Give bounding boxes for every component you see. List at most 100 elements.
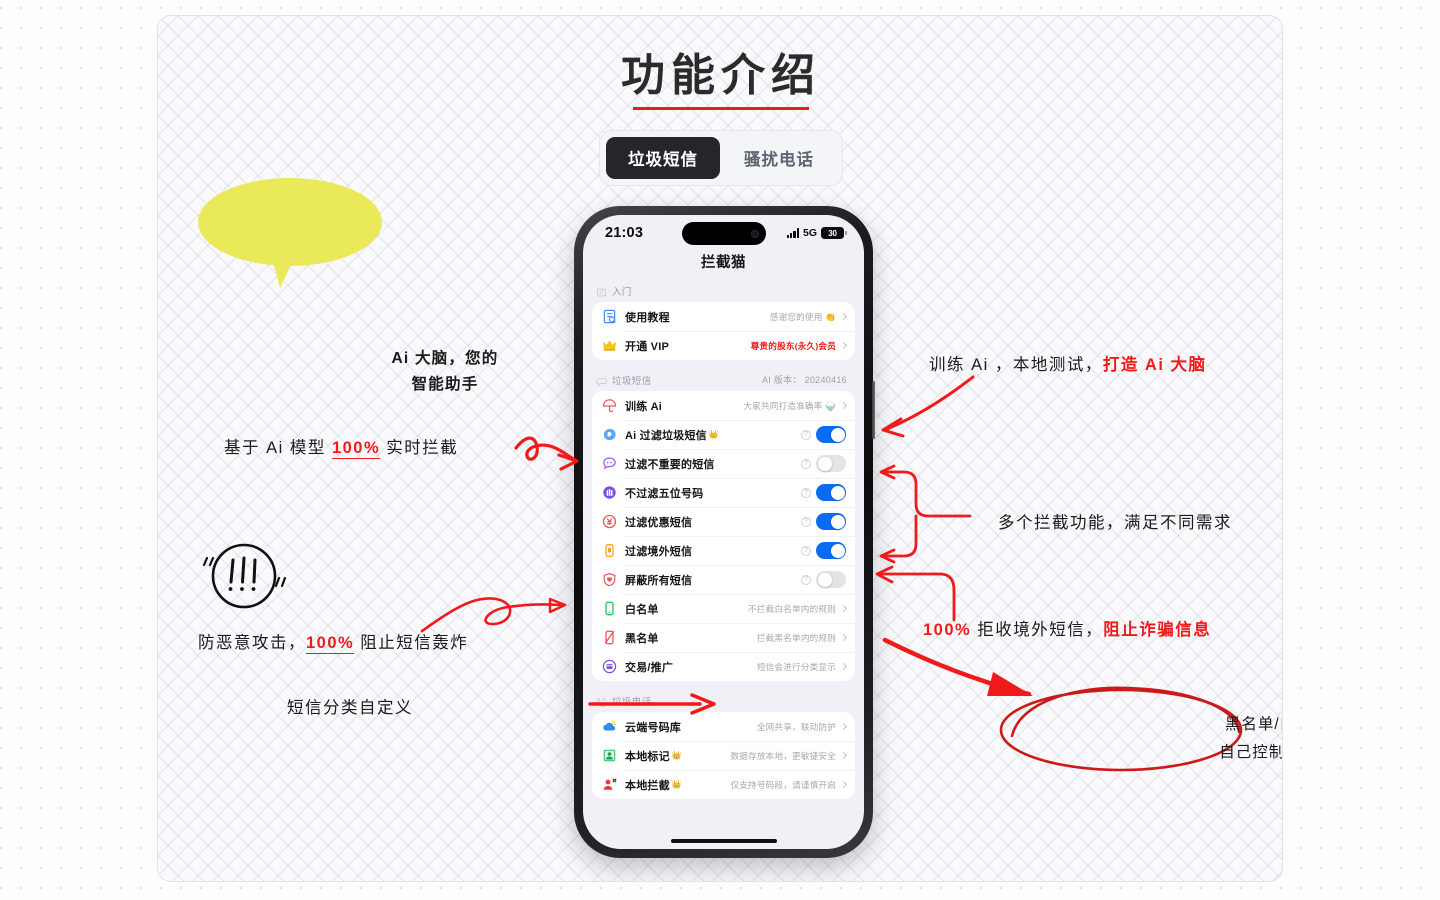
section-title: 垃圾短信: [612, 375, 652, 387]
list-item[interactable]: 本地标记 👑 数据存放本地，更敏捷安全: [592, 741, 855, 770]
list-item[interactable]: 过滤优惠短信?: [592, 507, 855, 536]
list-item-label: 训练 Ai: [625, 400, 663, 413]
yen-icon: [602, 514, 617, 529]
list-item-label: 云端号码库: [625, 721, 681, 734]
transaction-icon: [602, 659, 617, 674]
shield-heart-icon: [602, 572, 617, 587]
help-icon[interactable]: ?: [801, 574, 811, 585]
list-item-right: 拦截黑名单内的规则: [757, 632, 848, 644]
settings-list[interactable]: 入门 使用教程 感谢您的使用 👏 开通 VIP 尊贵的股东(永久)会员垃圾短信 AI 版本…: [583, 284, 864, 799]
help-icon[interactable]: ?: [801, 516, 811, 527]
crown-badge-icon: 👑: [671, 780, 682, 789]
list-item[interactable]: 云端号码库 全网共享，联动防护: [592, 712, 855, 741]
toggle-knob: [830, 543, 845, 558]
toggle-switch[interactable]: [816, 484, 846, 501]
phone-green-icon: [602, 601, 617, 616]
list-item[interactable]: 白名单 不拦截白名单内的规则: [592, 594, 855, 623]
home-indicator[interactable]: [670, 839, 777, 843]
book-icon: [596, 285, 607, 297]
list-item[interactable]: 黑名单 拦截黑名单内的规则: [592, 623, 855, 652]
list-item-label: 屏蔽所有短信: [625, 574, 693, 587]
list-item-right: ?: [801, 571, 846, 588]
bubble-line-1: Ai 大脑，您的: [391, 350, 499, 367]
list-item-right: ?: [801, 426, 846, 443]
arrow-left-to-phone-3: [588, 693, 716, 715]
chat-bubble-icon: [602, 456, 617, 471]
list-item[interactable]: 训练 Ai 大家共同打造准确率 🍚: [592, 391, 855, 420]
help-icon[interactable]: ?: [801, 429, 811, 440]
tab-spam-sms[interactable]: 垃圾短信: [606, 137, 720, 179]
annotation-left-1-prefix: 基于 Ai 模型: [224, 439, 332, 457]
chevron-right-icon: [839, 633, 848, 642]
list-item[interactable]: 不过滤五位号码?: [592, 478, 855, 507]
toggle-knob: [830, 485, 845, 500]
tab-harassing-calls[interactable]: 骚扰电话: [722, 137, 836, 179]
chevron-right-icon: [839, 780, 848, 789]
toggle-switch[interactable]: [816, 455, 846, 472]
speech-bubble-shape: [198, 178, 382, 288]
annotation-right-1-red: 打造 Ai 大脑: [1102, 356, 1207, 374]
signal-bars-icon: [786, 228, 799, 238]
chevron-right-icon: [839, 662, 848, 671]
list-item-value: 不拦截白名单内的规则: [748, 603, 836, 614]
toggle-switch[interactable]: [816, 542, 846, 559]
list-item-right: 仅支持号码段，请谨慎开启: [730, 779, 848, 791]
toggle-switch[interactable]: [816, 571, 846, 588]
chevron-right-icon: [839, 604, 848, 613]
list-item-value: 全网共享，联动防护: [756, 721, 836, 732]
annotation-right-3-prefix: 100%: [923, 621, 972, 639]
section-header-spam-sms: 垃圾短信 AI 版本： 20240416: [592, 373, 855, 391]
annotation-right-2: 多个拦截功能，满足不同需求: [998, 514, 1232, 532]
help-icon[interactable]: ?: [801, 487, 811, 498]
phone-mockup: 21:03 5G 30 拦截猫 入门 使用教程 感谢您的使用 👏 开通 VIP 尊贵的股…: [574, 206, 875, 858]
settings-group-getting-started: 使用教程 感谢您的使用 👏 开通 VIP 尊贵的股东(永久)会员: [592, 302, 855, 360]
settings-group-spam-sms: 训练 Ai 大家共同打造准确率 🍚 Ai 过滤垃圾短信 👑? 过滤不重要的短信? 不过滤五…: [592, 391, 855, 681]
list-item[interactable]: Ai 过滤垃圾短信 👑?: [592, 420, 855, 449]
annotation-left-2-prefix: 防恶意攻击，: [198, 634, 306, 652]
help-icon[interactable]: ?: [801, 458, 811, 469]
toggle-switch[interactable]: [816, 513, 846, 530]
bubble-text: Ai 大脑，您的 智能助手: [370, 346, 520, 398]
toggle-knob: [817, 572, 832, 587]
chevron-right-icon: [839, 751, 848, 760]
list-item-value: 数据存放本地，更敏捷安全: [730, 750, 836, 761]
list-item[interactable]: 过滤不重要的短信?: [592, 449, 855, 478]
list-item-right: 不拦截白名单内的规则: [748, 603, 848, 615]
network-label: 5G: [802, 227, 817, 239]
list-item-label: 过滤不重要的短信: [625, 458, 715, 471]
bracket-multi-features: [879, 464, 972, 564]
list-item-label: 交易/推广: [625, 661, 674, 674]
front-camera-icon: [750, 229, 759, 238]
list-item[interactable]: 使用教程 感谢您的使用 👏: [592, 302, 855, 331]
arrow-left-to-phone-1: [514, 436, 579, 471]
help-icon[interactable]: ?: [801, 545, 811, 556]
crown-badge-icon: 👑: [708, 430, 719, 439]
list-item-value: 短信会进行分类显示: [756, 661, 836, 672]
list-item[interactable]: 屏蔽所有短信?: [592, 565, 855, 594]
list-item-right: 数据存放本地，更敏捷安全: [730, 750, 848, 762]
toggle-knob: [817, 456, 832, 471]
crown-badge-icon: 👑: [671, 751, 682, 760]
list-item[interactable]: 开通 VIP 尊贵的股东(永久)会员: [592, 331, 855, 360]
status-clock: 21:03: [605, 225, 644, 241]
list-item-label: 过滤境外短信: [625, 545, 693, 558]
list-item-label: 本地标记: [625, 750, 670, 763]
list-item-right: 短信会进行分类显示: [756, 661, 848, 673]
section-header-getting-started: 入门: [592, 284, 855, 302]
bubble-line-2: 智能助手: [411, 376, 479, 393]
dynamic-island: [681, 222, 766, 245]
circle-line-2: 自己控制更放心: [1219, 744, 1282, 761]
list-item[interactable]: 交易/推广 短信会进行分类显示: [592, 652, 855, 681]
tab-bar: 垃圾短信 骚扰电话: [599, 130, 843, 186]
app-title: 拦截猫: [701, 255, 746, 271]
list-item-label: 不过滤五位号码: [625, 487, 704, 500]
list-item-right: 大家共同打造准确率 🍚: [743, 400, 848, 412]
list-item-right: ?: [801, 513, 846, 530]
toggle-switch[interactable]: [816, 426, 846, 443]
crown-icon: [602, 338, 617, 353]
list-item[interactable]: 过滤境外短信?: [592, 536, 855, 565]
list-item[interactable]: 本地拦截 👑 仅支持号码段，请谨慎开启: [592, 770, 855, 799]
phone-screen: 21:03 5G 30 拦截猫 入门 使用教程 感谢您的使用 👏 开通 VIP 尊贵的股…: [583, 215, 864, 849]
list-item-value: 尊贵的股东(永久)会员: [750, 340, 836, 351]
annotation-right-1-prefix: 训练 Ai ，本地测试，: [929, 356, 1103, 374]
